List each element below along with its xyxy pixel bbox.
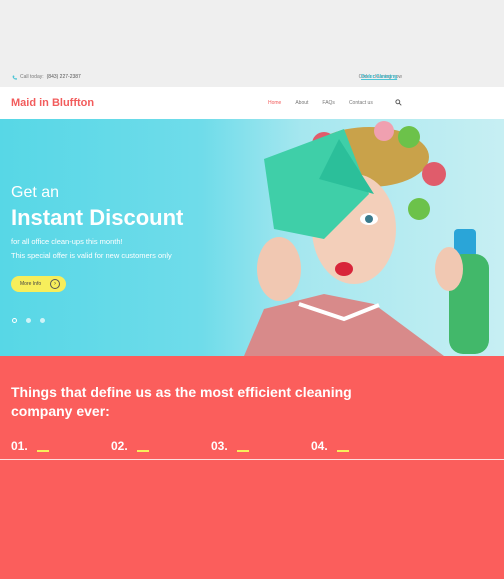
section-divider <box>0 459 504 460</box>
more-info-label: More Info <box>20 281 42 287</box>
step-number: 03. <box>211 439 249 453</box>
step-number: 02. <box>111 439 149 453</box>
nav-faqs[interactable]: FAQs <box>322 100 335 106</box>
nav-contact[interactable]: Contact us <box>349 100 373 106</box>
arrow-right-icon: › <box>50 279 60 289</box>
step-underline <box>37 450 49 452</box>
phone-number[interactable]: (843) 227-2387 <box>47 74 81 80</box>
slider-dot[interactable] <box>26 318 31 323</box>
more-info-button[interactable]: More Info › <box>11 276 66 292</box>
search-icon[interactable] <box>395 99 402 106</box>
hero-subline-2: This special offer is valid for new cust… <box>11 251 172 260</box>
top-bar: Call today: (843) 227-2387 Order cleanin… <box>0 66 504 86</box>
navbar: Maid in Bluffton Home About FAQs Contact… <box>0 87 504 119</box>
site-logo[interactable]: Maid in Bluffton <box>11 97 94 109</box>
step-underline <box>237 450 249 452</box>
nav-about[interactable]: About <box>295 100 308 106</box>
step-label: 02. <box>111 439 128 453</box>
step-label: 01. <box>11 439 28 453</box>
hero-pretitle: Get an <box>11 184 60 201</box>
step-underline <box>337 450 349 452</box>
features-title: Things that define us as the most effici… <box>11 384 352 419</box>
nav-home[interactable]: Home <box>268 100 281 106</box>
slider-dot[interactable] <box>40 318 45 323</box>
hero-subline-1: for all office clean-ups this month! <box>11 237 123 246</box>
main-menu: Home About FAQs Contact us <box>268 100 373 106</box>
hero-headline: Instant Discount <box>11 205 184 230</box>
step-label: 04. <box>311 439 328 453</box>
call-info: Call today: (843) 227-2387 <box>12 74 81 80</box>
slider-dots <box>12 318 45 323</box>
slider-dot[interactable] <box>12 318 17 323</box>
hero-slider: Get an Instant Discount for all office c… <box>0 119 504 356</box>
step-label: 03. <box>211 439 228 453</box>
step-underline <box>137 450 149 452</box>
features-section: Things that define us as the most effici… <box>0 356 504 579</box>
step-number: 01. <box>11 439 49 453</box>
phone-icon <box>12 75 17 80</box>
call-label: Call today: <box>20 74 44 80</box>
hero-image <box>244 121 489 356</box>
order-cleaning-link[interactable]: Order Cleaning <box>361 74 397 80</box>
step-number: 04. <box>311 439 349 453</box>
